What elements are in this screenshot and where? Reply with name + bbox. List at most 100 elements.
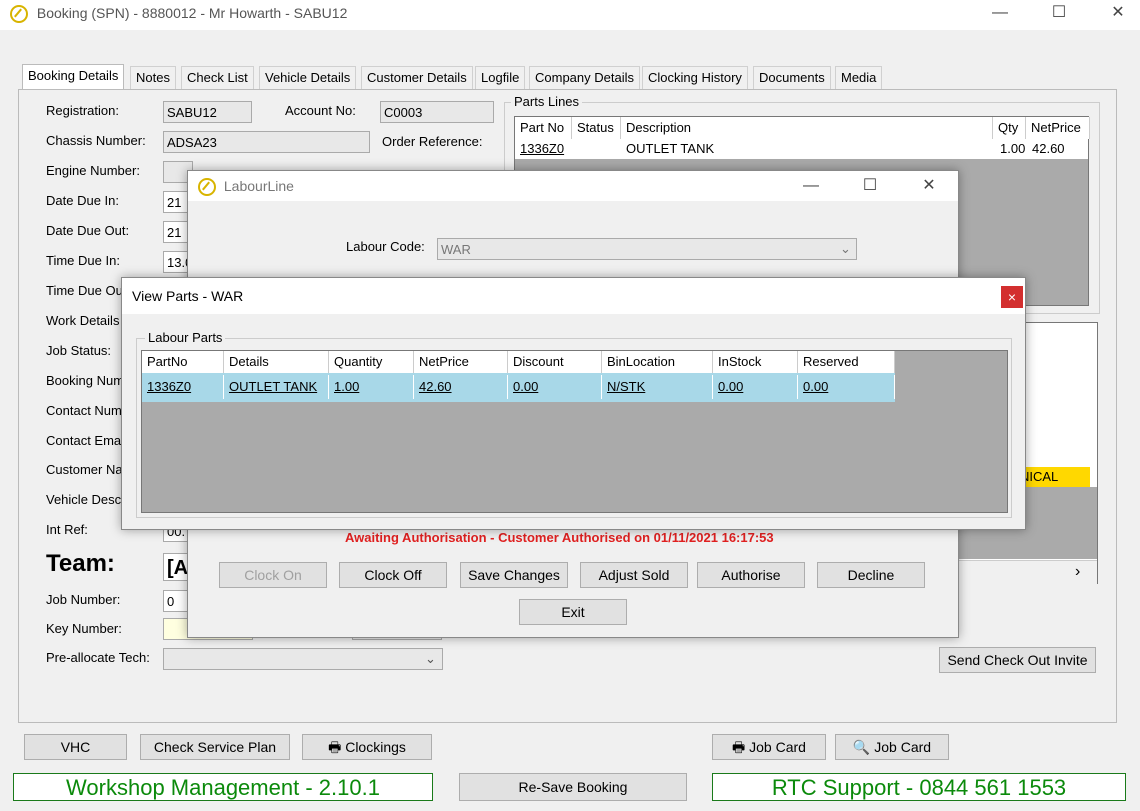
parts-cell-description: OUTLET TANK xyxy=(621,139,993,159)
cell-partno[interactable]: 1336Z0 xyxy=(142,375,224,399)
chevron-down-icon[interactable]: ⌄ xyxy=(425,651,436,667)
cell-quantity[interactable]: 1.00 xyxy=(329,375,414,399)
labour-parts-grid: PartNo Details Quantity NetPrice Discoun… xyxy=(141,350,1008,513)
table-row[interactable]: 1336Z0 OUTLET TANK 1.00 42.60 xyxy=(515,139,1088,159)
clock-off-button[interactable]: Clock Off xyxy=(339,562,447,588)
parts-header-description[interactable]: Description xyxy=(621,117,993,139)
authorisation-status-text: Awaiting Authorisation - Customer Author… xyxy=(345,530,774,545)
registration-field[interactable]: SABU12 xyxy=(163,101,252,123)
header-discount[interactable]: Discount xyxy=(508,351,602,373)
rtc-support-banner: RTC Support - 0844 561 1553 xyxy=(712,773,1126,801)
re-save-booking-button[interactable]: Re-Save Booking xyxy=(459,773,687,801)
vhc-button[interactable]: VHC xyxy=(24,734,127,760)
pre-allocate-tech-select[interactable] xyxy=(163,648,443,670)
labour-parts-title: Labour Parts xyxy=(145,330,226,345)
header-partno[interactable]: PartNo xyxy=(142,351,224,373)
cell-instock[interactable]: 0.00 xyxy=(713,375,798,399)
labour-code-label: Labour Code: xyxy=(346,239,425,254)
contact-number-label: Contact Num xyxy=(46,403,122,418)
yellow-status-cell: NICAL xyxy=(1020,467,1090,487)
tab-booking-details[interactable]: Booking Details xyxy=(22,64,125,91)
labourline-maximize-button[interactable]: ☐ xyxy=(847,173,893,203)
save-changes-button[interactable]: Save Changes xyxy=(460,562,568,588)
labour-code-select[interactable]: WAR xyxy=(437,238,857,260)
account-field[interactable]: C0003 xyxy=(380,101,494,123)
parts-header-status[interactable]: Status xyxy=(572,117,621,139)
key-number-label: Key Number: xyxy=(46,621,122,636)
registration-label: Registration: xyxy=(46,103,119,118)
tab-check-list[interactable]: Check List xyxy=(181,66,254,89)
tab-documents[interactable]: Documents xyxy=(753,66,831,89)
account-label: Account No: xyxy=(285,103,356,118)
view-parts-close-button[interactable]: × xyxy=(1001,286,1023,308)
app-logo-icon xyxy=(198,178,216,197)
header-binlocation[interactable]: BinLocation xyxy=(602,351,713,373)
labourline-minimize-button[interactable]: — xyxy=(788,173,834,203)
parts-lines-title: Parts Lines xyxy=(511,94,583,109)
parts-cell-netprice: 42.60 xyxy=(1027,139,1087,159)
decline-button[interactable]: Decline xyxy=(817,562,925,588)
check-service-plan-button[interactable]: Check Service Plan xyxy=(140,734,290,760)
scroll-right-icon[interactable]: › xyxy=(1075,563,1080,581)
header-reserved[interactable]: Reserved xyxy=(798,351,895,373)
maximize-button[interactable]: ☐ xyxy=(1036,0,1082,30)
tab-vehicle-details[interactable]: Vehicle Details xyxy=(259,66,357,89)
tab-clocking-history[interactable]: Clocking History xyxy=(642,66,748,89)
work-details-label: Work Details xyxy=(46,313,120,328)
chassis-field[interactable]: ADSA23 xyxy=(163,131,370,153)
printer-icon: 🖶 xyxy=(732,739,746,755)
job-card-print-button[interactable]: 🖶 Job Card xyxy=(712,734,826,760)
chassis-label: Chassis Number: xyxy=(46,133,146,148)
tab-notes[interactable]: Notes xyxy=(130,66,176,89)
labourline-close-button[interactable]: ✕ xyxy=(906,173,952,203)
cell-reserved[interactable]: 0.00 xyxy=(798,375,895,399)
parts-header-netprice[interactable]: NetPrice xyxy=(1026,117,1090,139)
booking-number-label: Booking Num xyxy=(46,373,125,388)
labourline-title: LabourLine xyxy=(223,178,294,194)
cell-binlocation[interactable]: N/STK xyxy=(602,375,713,399)
close-button[interactable]: ✕ xyxy=(1095,0,1140,30)
clockings-button[interactable]: 🖶 Clockings xyxy=(302,734,432,760)
magnifier-icon: 🔍 xyxy=(852,739,871,755)
date-due-in-label: Date Due In: xyxy=(46,193,119,208)
team-label: Team: xyxy=(46,550,115,577)
contact-email-label: Contact Ema xyxy=(46,433,122,448)
time-due-in-label: Time Due In: xyxy=(46,253,120,268)
job-card-preview-label: Job Card xyxy=(874,739,932,755)
window-title: Booking (SPN) - 8880012 - Mr Howarth - S… xyxy=(36,5,348,21)
workshop-version-banner: Workshop Management - 2.10.1 xyxy=(13,773,433,801)
cell-discount[interactable]: 0.00 xyxy=(508,375,602,399)
header-netprice[interactable]: NetPrice xyxy=(414,351,508,373)
parts-header-partno[interactable]: Part No xyxy=(515,117,572,139)
tab-logfile[interactable]: Logfile xyxy=(475,66,526,89)
view-parts-title: View Parts - WAR xyxy=(122,278,1025,314)
tab-media[interactable]: Media xyxy=(835,66,883,89)
cell-netprice[interactable]: 42.60 xyxy=(414,375,508,399)
send-check-out-invite-button[interactable]: Send Check Out Invite xyxy=(939,647,1096,673)
parts-cell-partno[interactable]: 1336Z0 xyxy=(515,139,572,159)
clock-on-button[interactable]: Clock On xyxy=(219,562,327,588)
tab-customer-details[interactable]: Customer Details xyxy=(361,66,473,89)
labourline-title-bar: LabourLine xyxy=(188,171,958,201)
parts-header-qty[interactable]: Qty xyxy=(993,117,1026,139)
header-details[interactable]: Details xyxy=(224,351,329,373)
engine-label: Engine Number: xyxy=(46,163,140,178)
printer-icon: 🖶 xyxy=(328,739,342,755)
job-card-preview-button[interactable]: 🔍 Job Card xyxy=(835,734,949,760)
vehicle-description-label: Vehicle Desc xyxy=(46,492,122,507)
adjust-sold-button[interactable]: Adjust Sold xyxy=(580,562,688,588)
header-quantity[interactable]: Quantity xyxy=(329,351,414,373)
cell-details[interactable]: OUTLET TANK xyxy=(224,375,329,399)
table-row[interactable]: 1336Z0 OUTLET TANK 1.00 42.60 0.00 N/STK… xyxy=(142,373,895,402)
tab-company-details[interactable]: Company Details xyxy=(529,66,640,89)
pre-allocate-tech-label: Pre-allocate Tech: xyxy=(46,650,150,665)
chevron-down-icon[interactable]: ⌄ xyxy=(840,241,851,257)
minimize-button[interactable]: — xyxy=(977,0,1023,30)
exit-button[interactable]: Exit xyxy=(519,599,627,625)
time-due-out-label: Time Due Ou xyxy=(46,283,123,298)
customer-name-label: Customer Na xyxy=(46,462,123,477)
order-reference-label: Order Reference: xyxy=(382,134,483,149)
parts-cell-qty: 1.00 xyxy=(995,139,1028,159)
header-instock[interactable]: InStock xyxy=(713,351,798,373)
authorise-button[interactable]: Authorise xyxy=(697,562,805,588)
